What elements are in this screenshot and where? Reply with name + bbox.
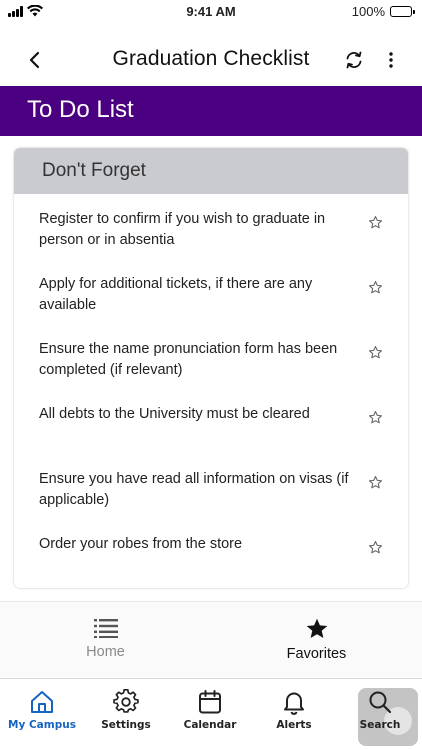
tab-settings[interactable]: Settings xyxy=(84,679,168,750)
star-outline-icon xyxy=(368,540,382,553)
favorite-toggle[interactable] xyxy=(366,408,384,426)
list-item[interactable]: Order your robes from the store xyxy=(14,519,408,584)
home-icon xyxy=(31,691,53,713)
bottom-tab-bar: My Campus Settings Calendar Alerts Searc… xyxy=(0,678,422,750)
list-item[interactable]: Ensure the name pronunciation form has b… xyxy=(14,324,408,389)
star-outline-icon xyxy=(368,215,382,228)
section-banner: To Do List xyxy=(0,86,422,136)
list-icon xyxy=(93,619,118,638)
list-item-text: All debts to the University must be clea… xyxy=(39,406,310,422)
search-icon xyxy=(369,691,392,714)
card-header-title: Don't Forget xyxy=(42,160,146,181)
refresh-button[interactable] xyxy=(342,48,366,72)
list-item[interactable]: Ensure you have read all information on … xyxy=(14,454,408,519)
bell-icon xyxy=(284,692,304,715)
tab-calendar[interactable]: Calendar xyxy=(168,679,252,750)
favorites-label: Favorites xyxy=(286,646,347,662)
list-item[interactable]: Register to confirm if you wish to gradu… xyxy=(14,194,408,259)
list-item-text: Order your robes from the store xyxy=(39,536,243,552)
tab-label: Alerts xyxy=(276,719,312,731)
tab-label: Search xyxy=(359,719,401,731)
list-item[interactable]: Apply for additional tickets, if there a… xyxy=(14,259,408,324)
list-item-text: Register to confirm if you wish to gradu… xyxy=(39,211,326,248)
card-header: Don't Forget xyxy=(14,148,408,194)
gear-icon xyxy=(113,689,139,713)
more-options-button[interactable] xyxy=(384,48,398,72)
checklist-card: Don't Forget Register to confirm if you … xyxy=(14,148,408,588)
tab-my-campus[interactable]: My Campus xyxy=(0,679,84,750)
favorites-button[interactable]: Favorites xyxy=(211,602,422,678)
nav-bar: Graduation Checklist xyxy=(0,36,422,84)
more-vertical-icon xyxy=(389,52,393,68)
favorite-toggle[interactable] xyxy=(366,213,384,231)
tab-label: My Campus xyxy=(8,719,76,731)
list-item[interactable]: All debts to the University must be clea… xyxy=(14,389,408,454)
list-item-text: Ensure you have read all information on … xyxy=(39,471,349,508)
tab-search[interactable]: Search xyxy=(338,679,422,750)
battery-status: 100% xyxy=(351,4,415,19)
favorite-toggle[interactable] xyxy=(366,278,384,296)
list-item-text: Apply for additional tickets, if there a… xyxy=(39,276,313,313)
favorite-toggle[interactable] xyxy=(366,538,384,556)
favorite-toggle[interactable] xyxy=(366,473,384,491)
calendar-icon xyxy=(199,690,221,714)
section-title: To Do List xyxy=(27,96,134,123)
home-button[interactable]: Home xyxy=(0,602,211,678)
star-outline-icon xyxy=(368,410,382,423)
star-outline-icon xyxy=(368,475,382,488)
tab-alerts[interactable]: Alerts xyxy=(252,679,336,750)
status-bar: 9:41 AM 100% xyxy=(0,0,422,24)
star-outline-icon xyxy=(368,345,382,358)
favorite-toggle[interactable] xyxy=(366,343,384,361)
battery-percent: 100% xyxy=(351,4,385,19)
home-label: Home xyxy=(86,644,125,660)
tab-label: Calendar xyxy=(183,719,237,731)
star-icon xyxy=(306,618,327,638)
tab-label: Settings xyxy=(101,719,151,731)
checklist: Register to confirm if you wish to gradu… xyxy=(14,194,408,584)
battery-icon xyxy=(390,6,415,17)
refresh-icon xyxy=(346,51,362,69)
home-favorites-bar: Home Favorites xyxy=(0,601,422,677)
list-item-text: Ensure the name pronunciation form has b… xyxy=(39,341,338,378)
star-outline-icon xyxy=(368,280,382,293)
